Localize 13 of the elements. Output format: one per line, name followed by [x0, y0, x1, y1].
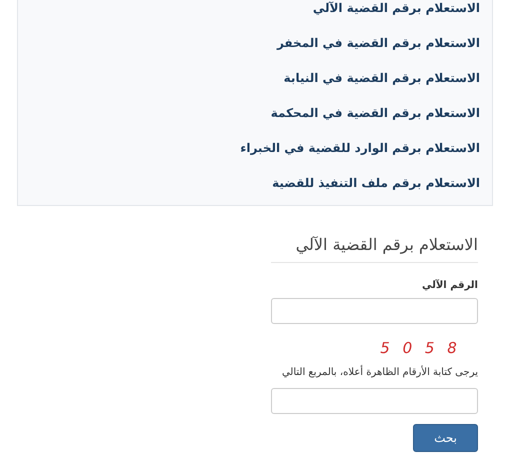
- captcha-text: 5 0 5 8: [380, 338, 461, 359]
- inquiry-link[interactable]: الاستعلام برقم القضية الآلي: [312, 0, 480, 30]
- inquiry-link[interactable]: الاستعلام برقم القضية في المحكمة: [270, 100, 480, 135]
- inquiry-link[interactable]: الاستعلام برقم ملف التنفيذ للقضية: [272, 170, 480, 205]
- captcha-input[interactable]: [271, 388, 478, 414]
- field-label: الرقم الآلي: [420, 279, 478, 293]
- captcha-hint: يرجى كتابة الأرقام الظاهرة أعلاه، بالمربع التالي: [280, 366, 478, 380]
- number-input[interactable]: [271, 298, 478, 324]
- inquiry-link[interactable]: الاستعلام برقم القضية في المخفر: [276, 30, 480, 65]
- inquiry-link[interactable]: الاستعلام برقم الوارد للقضية في الخبراء: [240, 135, 480, 170]
- inquiry-link[interactable]: الاستعلام برقم القضية في النيابة: [284, 65, 480, 100]
- section-title: الاستعلام برقم القضية الآلي: [271, 234, 478, 263]
- search-button[interactable]: بحث: [413, 424, 478, 452]
